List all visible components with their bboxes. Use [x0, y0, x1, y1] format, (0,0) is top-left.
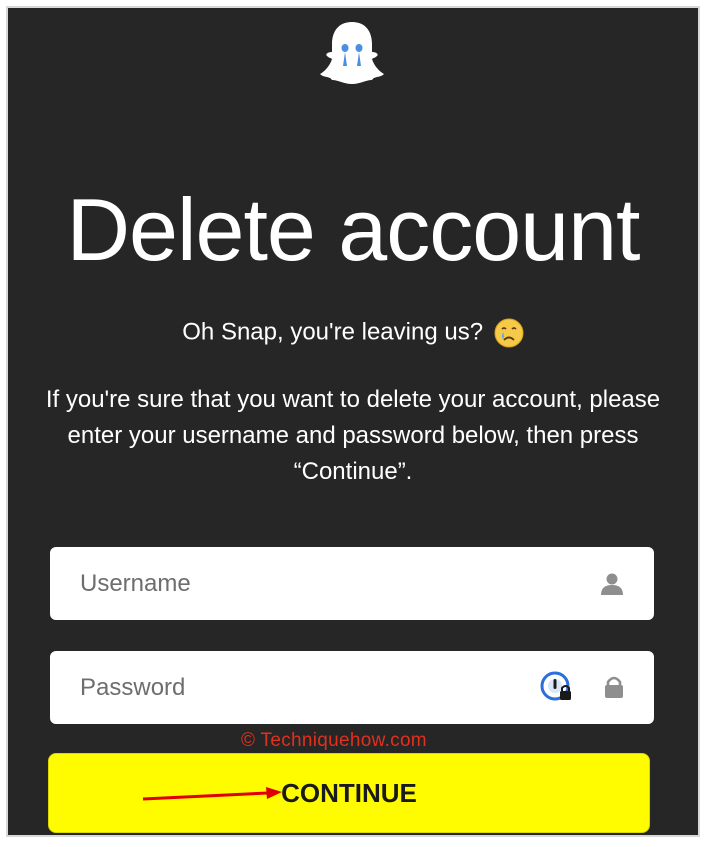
watermark-text: © Techniquehow.com [241, 730, 427, 751]
crying-face-emoji-icon [494, 318, 524, 348]
instructions-line-2: enter your username and password below, … [67, 422, 639, 449]
subtitle-row: Oh Snap, you're leaving us? [8, 318, 698, 348]
page-title: Delete account [66, 180, 640, 279]
instructions-line-3: “Continue”. [293, 458, 413, 485]
username-input[interactable] [78, 568, 522, 599]
continue-button[interactable]: CONTINUE [48, 753, 650, 833]
instructions-line-1: If you're sure that you want to delete y… [45, 386, 661, 413]
red-arrow-annotation-icon [142, 787, 282, 801]
person-icon [601, 573, 623, 595]
delete-account-page: Delete account Oh Snap, you're leaving u… [6, 6, 700, 837]
password-manager-icon[interactable] [540, 671, 574, 705]
snapchat-crying-ghost-icon [320, 22, 384, 84]
password-field[interactable] [50, 651, 654, 724]
lock-icon [605, 676, 623, 698]
subtitle-text: Oh Snap, you're leaving us? [182, 318, 484, 346]
password-input[interactable] [78, 672, 522, 703]
username-field[interactable] [50, 547, 654, 620]
instructions: If you're sure that you want to delete y… [8, 382, 698, 490]
